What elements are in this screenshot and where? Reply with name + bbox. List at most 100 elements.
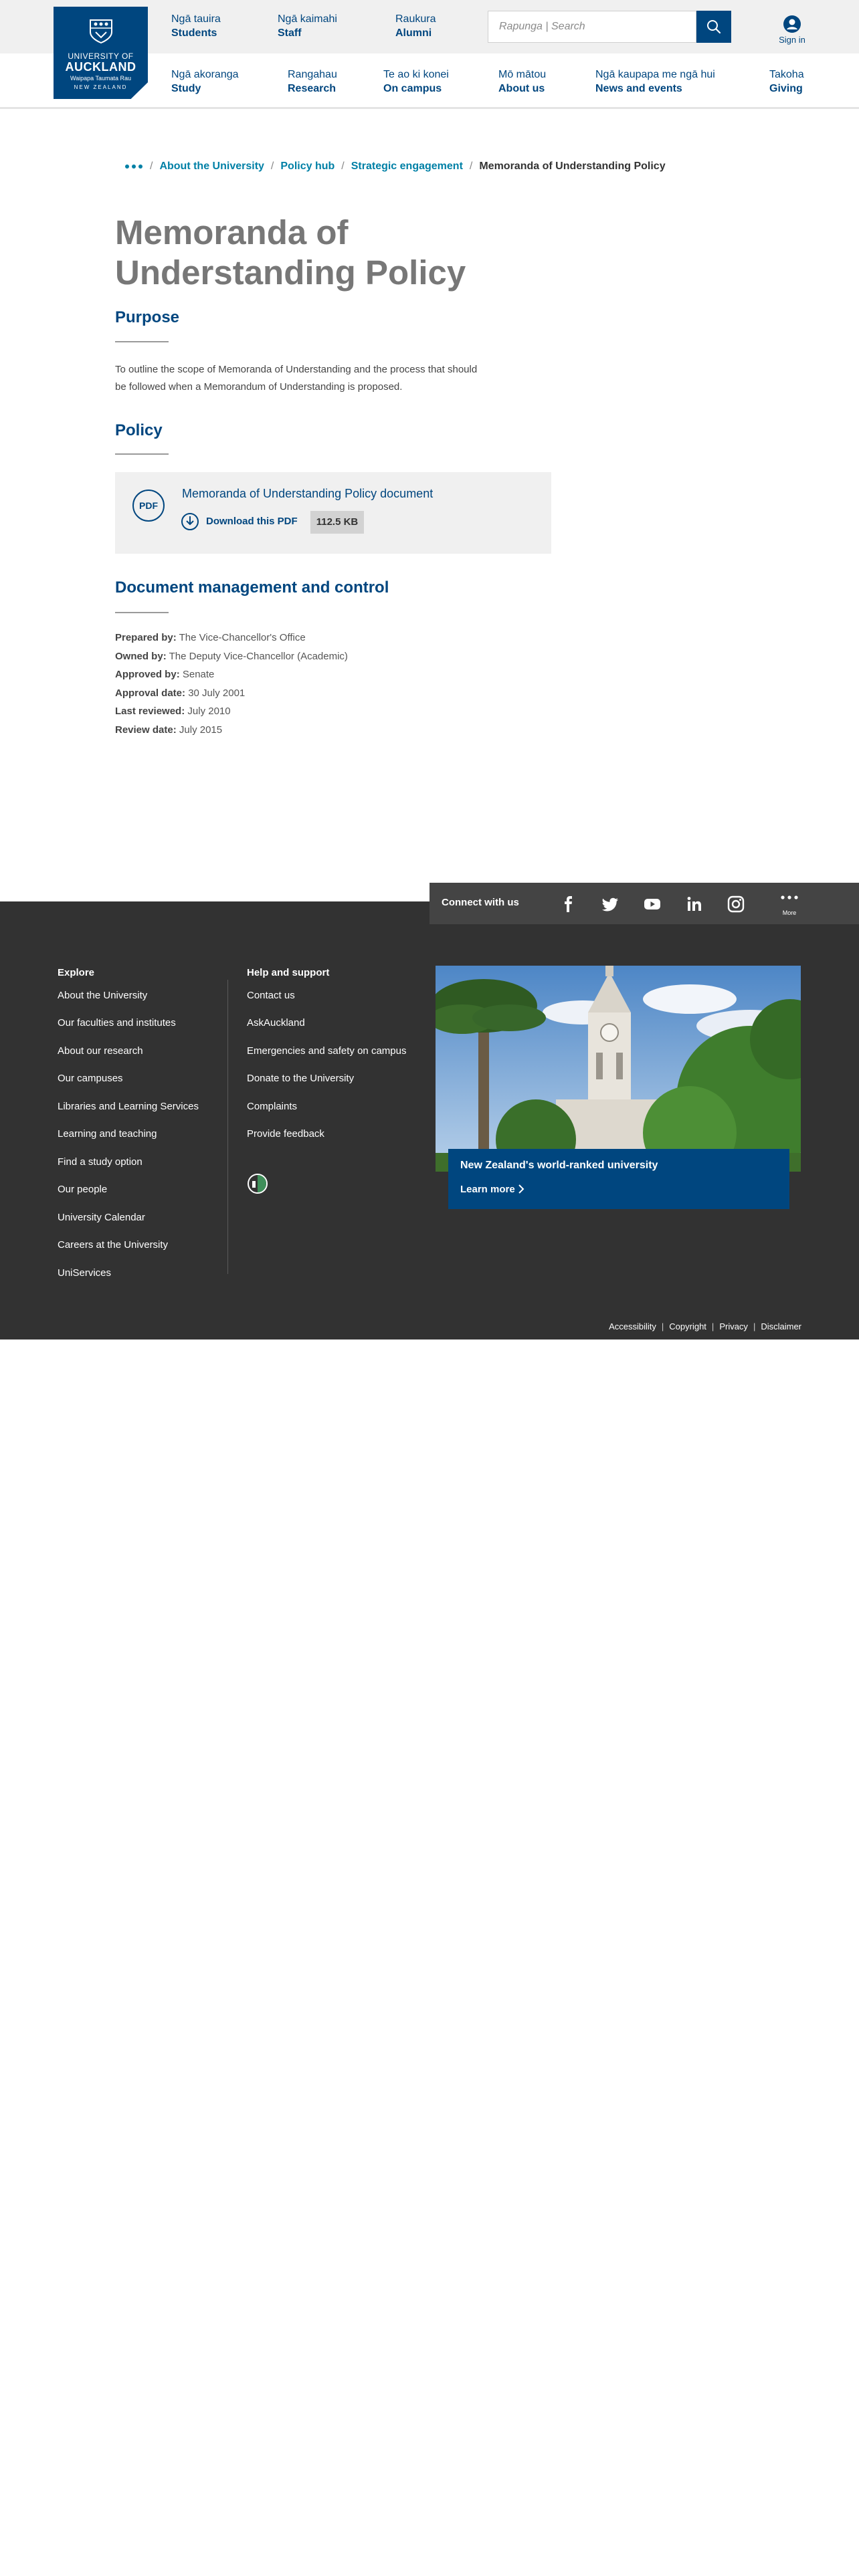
nav-english-label: Giving — [769, 83, 803, 94]
instagram-icon[interactable] — [726, 894, 746, 914]
legal-link-copyright[interactable]: Copyright — [669, 1321, 706, 1331]
document-management-heading: Document management and control — [115, 578, 389, 597]
nav-maori-label: Takoha — [769, 69, 804, 80]
linkedin-icon[interactable] — [684, 894, 704, 914]
nav-item-on-campus[interactable]: Te ao ki konei On campus — [383, 68, 449, 96]
breadcrumb-separator: / — [469, 160, 473, 173]
footer-explore-link[interactable]: Find a study option — [58, 1156, 142, 1168]
logo-text-line4: NEW ZEALAND — [74, 84, 128, 90]
footer-explore-link[interactable]: About our research — [58, 1045, 143, 1057]
nav-item-news-and-events[interactable]: Ngā kaupapa me ngā hui News and events — [595, 68, 715, 96]
meta-value: Senate — [182, 669, 215, 680]
nav-english-label: On campus — [383, 83, 442, 94]
file-size-badge: 112.5 KB — [310, 511, 364, 534]
footer-help-link[interactable]: Complaints — [247, 1101, 297, 1112]
footer-explore-link[interactable]: About the University — [58, 990, 147, 1001]
nav-item-research[interactable]: Rangahau Research — [288, 68, 337, 96]
search-button[interactable] — [696, 11, 731, 43]
search-input[interactable]: Rapunga | Search — [488, 11, 696, 43]
nav-item-about-us[interactable]: Mō mātou About us — [498, 68, 546, 96]
footer-explore-link[interactable]: University Calendar — [58, 1212, 145, 1223]
facebook-icon[interactable] — [559, 894, 579, 914]
page-title: Memoranda of Understanding Policy — [115, 213, 466, 292]
meta-colon: : — [173, 724, 177, 736]
pdf-icon: PDF — [132, 490, 165, 522]
meta-colon: : — [173, 632, 177, 643]
meta-value: 30 July 2001 — [188, 687, 246, 699]
promo-title: New Zealand's world-ranked university — [460, 1160, 658, 1171]
nav-item-giving[interactable]: Takoha Giving — [769, 68, 804, 96]
crest-icon — [89, 19, 112, 44]
youtube-icon[interactable] — [642, 894, 662, 914]
twitter-icon[interactable] — [600, 894, 620, 914]
footer-explore-link[interactable]: Learning and teaching — [58, 1128, 157, 1140]
policy-heading: Policy — [115, 421, 163, 439]
meta-colon: : — [182, 687, 186, 699]
footer-explore-link[interactable]: Libraries and Learning Services — [58, 1101, 199, 1112]
university-logo[interactable]: UNIVERSITY OF AUCKLAND Waipapa Taumata R… — [54, 7, 148, 99]
nav-item-study[interactable]: Ngā akoranga Study — [171, 68, 239, 96]
breadcrumb-link-about-university[interactable]: About the University — [159, 160, 264, 172]
promo-card[interactable]: New Zealand's world-ranked university Le… — [448, 1149, 789, 1209]
clock-tower-photo — [436, 966, 801, 1172]
legal-links: Accessibility | Copyright | Privacy | Disclaim… — [609, 1321, 801, 1331]
meta-colon: : — [181, 706, 185, 717]
footer-help-link[interactable]: Donate to the University — [247, 1073, 354, 1084]
ellipsis-icon — [125, 165, 142, 169]
logo-text-line3: Waipapa Taumata Rau — [70, 75, 132, 82]
footer-explore-link[interactable]: Our faculties and institutes — [58, 1017, 176, 1029]
audience-link-students[interactable]: Ngā tauira Students — [171, 12, 221, 40]
audience-link-alumni[interactable]: Raukura Alumni — [395, 12, 436, 40]
breadcrumb-expand-button[interactable] — [124, 160, 143, 173]
meta-prepared-by: Prepared by: The Vice-Chancellor's Offic… — [115, 629, 348, 647]
nav-maori-label: Ngā kaupapa me ngā hui — [595, 69, 715, 80]
more-glyph — [781, 895, 798, 899]
meta-owned-by: Owned by: The Deputy Vice-Chancellor (Ac… — [115, 647, 348, 666]
breadcrumb-link-policy-hub[interactable]: Policy hub — [280, 160, 335, 172]
footer-explore-link[interactable]: UniServices — [58, 1267, 111, 1279]
breadcrumb-separator: / — [150, 160, 153, 173]
clock-tower-illustration — [436, 966, 801, 1172]
footer-help-link[interactable]: Emergencies and safety on campus — [247, 1045, 406, 1057]
meta-label: Approval date — [115, 687, 183, 699]
more-icon[interactable] — [779, 891, 799, 911]
footer-explore-link[interactable]: Careers at the University — [58, 1239, 168, 1251]
purpose-text: To outline the scope of Memoranda of Und… — [115, 364, 478, 393]
meta-colon: : — [163, 650, 167, 662]
breadcrumb-link-strategic-engagement[interactable]: Strategic engagement — [351, 160, 463, 172]
nav-english-label: Research — [288, 83, 337, 94]
document-title-link[interactable]: Memoranda of Understanding Policy docume… — [182, 487, 433, 501]
legal-separator: | — [661, 1321, 664, 1331]
sign-in-button[interactable]: Sign in — [771, 15, 814, 45]
twitter-glyph — [602, 897, 618, 911]
footer-explore-link[interactable]: Our campuses — [58, 1073, 123, 1084]
footer-help-link[interactable]: Contact us — [247, 990, 295, 1001]
breadcrumb-separator: / — [341, 160, 345, 173]
sign-in-label: Sign in — [779, 35, 805, 45]
legal-link-disclaimer[interactable]: Disclaimer — [761, 1321, 801, 1331]
accessibility-logo-icon[interactable] — [247, 1173, 268, 1194]
purpose-heading: Purpose — [115, 308, 180, 326]
footer-help-link[interactable]: Provide feedback — [247, 1128, 324, 1140]
legal-link-privacy[interactable]: Privacy — [719, 1321, 748, 1331]
learn-more-link[interactable]: Learn more — [460, 1184, 524, 1195]
policy-document-card: PDF Memoranda of Understanding Policy do… — [115, 472, 551, 554]
meta-label: Prepared by — [115, 632, 173, 643]
download-pdf-link[interactable]: Download this PDF — [206, 516, 298, 527]
download-icon[interactable] — [181, 512, 199, 531]
audience-maori-label: Ngā tauira — [171, 13, 221, 25]
audience-maori-label: Ngā kaimahi — [278, 13, 337, 25]
logo-text-line2: AUCKLAND — [65, 60, 136, 74]
linkedin-glyph — [687, 897, 701, 911]
nav-maori-label: Ngā akoranga — [171, 69, 239, 80]
footer-help-link[interactable]: AskAuckland — [247, 1017, 305, 1029]
nav-maori-label: Te ao ki konei — [383, 69, 449, 80]
audience-english-label: Students — [171, 27, 217, 39]
document-metadata: Prepared by: The Vice-Chancellor's Offic… — [115, 629, 348, 739]
legal-link-accessibility[interactable]: Accessibility — [609, 1321, 656, 1331]
nav-maori-label: Rangahau — [288, 69, 337, 80]
footer-explore-link[interactable]: Our people — [58, 1184, 107, 1195]
more-label: More — [782, 909, 797, 916]
audience-link-staff[interactable]: Ngā kaimahi Staff — [278, 12, 337, 40]
meta-label: Review date — [115, 724, 173, 736]
